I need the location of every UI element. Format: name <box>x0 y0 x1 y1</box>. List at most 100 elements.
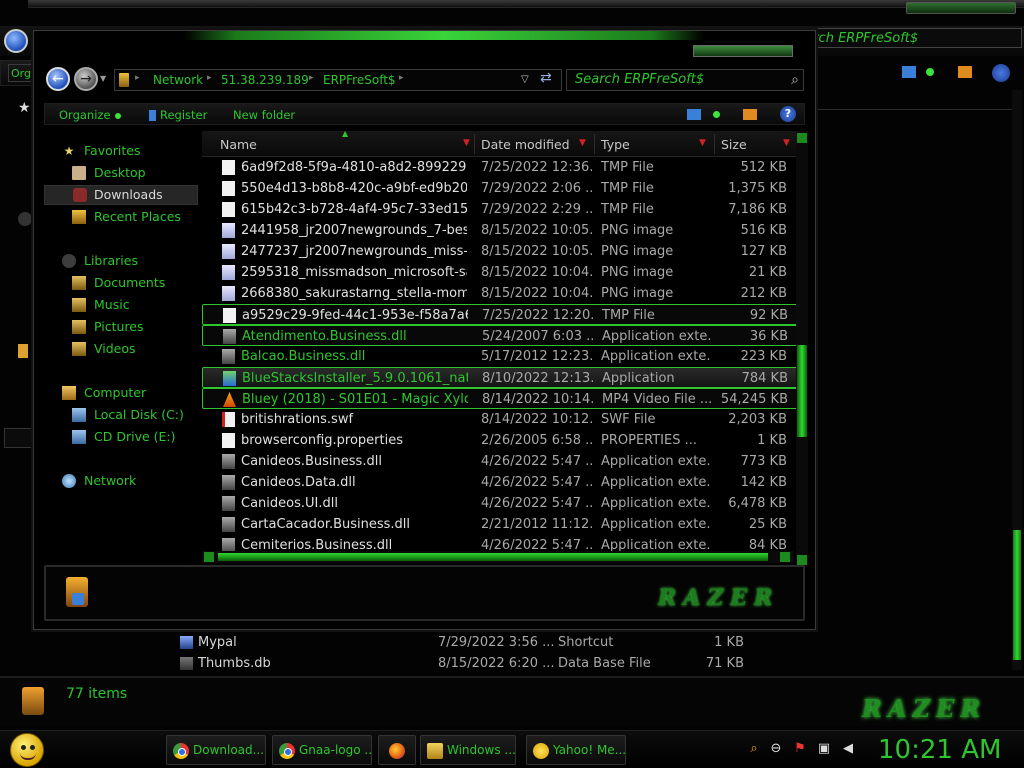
search-tray-icon[interactable]: ⌕ <box>746 741 762 757</box>
taskbar-button-gnaa-logo[interactable]: Gnaa-logo ... <box>272 735 372 765</box>
table-row-selected[interactable]: a9529c29-9fed-44c1-953e-f58a7a61... 7/25… <box>202 304 803 325</box>
table-row[interactable]: browserconfig.properties 2/26/2005 6:58 … <box>202 430 803 451</box>
background-local-disk-icon[interactable] <box>4 428 34 448</box>
scroll-right-icon[interactable] <box>780 552 790 562</box>
list-item[interactable]: Mypal 7/29/2022 3:56 ... Shortcut 1 KB <box>160 632 800 653</box>
background-back-button[interactable] <box>4 29 28 53</box>
breadcrumb-separator-icon[interactable]: ▸ <box>135 73 140 83</box>
file-name: browserconfig.properties <box>241 433 403 448</box>
table-row[interactable]: 550e4d13-b8b8-420c-a9bf-ed9b206a... 7/29… <box>202 178 803 199</box>
column-divider[interactable] <box>714 134 715 154</box>
dll-file-icon <box>222 496 235 511</box>
sidebar-item-cd-drive[interactable]: CD Drive (E:) <box>44 427 198 447</box>
table-row[interactable]: britishrations.swf 8/14/2022 10:12... SW… <box>202 409 803 430</box>
help-icon[interactable]: ? <box>780 106 796 122</box>
sidebar-item-libraries[interactable]: Libraries <box>44 251 198 271</box>
organize-button[interactable]: Organize <box>59 108 121 122</box>
view-dropdown-dot-icon[interactable] <box>713 111 720 118</box>
scroll-up-icon[interactable] <box>797 133 807 143</box>
date-filter-dropdown-icon[interactable]: ▼ <box>579 138 586 148</box>
name-filter-dropdown-icon[interactable]: ▼ <box>463 138 470 148</box>
sidebar-item-downloads[interactable]: Downloads <box>44 185 198 205</box>
table-row[interactable]: 2595318_missmadson_microsoft-sa... 8/15/… <box>202 262 803 283</box>
list-item[interactable]: Thumbs.db 8/15/2022 6:20 ... Data Base F… <box>160 653 800 674</box>
back-button[interactable]: ← <box>46 67 70 91</box>
new-folder-button[interactable]: New folder <box>233 108 295 122</box>
refresh-icon[interactable]: ⇄ <box>540 70 552 86</box>
breadcrumb-separator-icon[interactable]: ▸ <box>309 73 314 83</box>
breadcrumb-network[interactable]: Network <box>153 73 203 87</box>
recent-pages-dropdown-icon[interactable]: ▼ <box>100 74 106 83</box>
minus-circle-icon[interactable]: ⊖ <box>768 741 784 757</box>
search-input[interactable]: Search ERPFreSoft$ ⌕ <box>566 69 804 91</box>
file-type: PROPERTIES ... <box>601 433 698 448</box>
table-row[interactable]: Balcao.Business.dll 5/17/2012 12:23... A… <box>202 346 803 367</box>
column-divider[interactable] <box>474 134 475 154</box>
register-button[interactable]: Register <box>149 108 207 122</box>
size-filter-dropdown-icon[interactable]: ▼ <box>783 138 790 148</box>
sidebar-item-computer[interactable]: Computer <box>44 383 198 403</box>
action-center-flag-icon[interactable]: ⚑ <box>792 741 808 757</box>
breadcrumb-host[interactable]: 51.38.239.189 <box>221 73 309 87</box>
sidebar-item-videos[interactable]: Videos <box>44 339 198 359</box>
sidebar-item-network[interactable]: Network <box>44 471 198 491</box>
background-scroll-thumb[interactable] <box>1013 530 1021 660</box>
table-row[interactable]: Canideos.UI.dll 4/26/2022 5:47 ... Appli… <box>202 493 803 514</box>
sidebar-item-favorites[interactable]: ★ Favorites <box>44 141 198 161</box>
column-header-size[interactable]: Size <box>721 137 747 152</box>
preview-pane-icon[interactable] <box>743 109 757 120</box>
horizontal-scrollbar-thumb[interactable] <box>218 553 768 561</box>
search-icon[interactable]: ⌕ <box>791 72 799 88</box>
forward-button[interactable]: → <box>74 67 98 91</box>
window-controls[interactable] <box>693 45 793 57</box>
table-row-selected[interactable]: BlueStacksInstaller_5.9.0.1061_nativ... … <box>202 367 803 388</box>
address-dropdown-icon[interactable]: ▽ <box>521 74 529 85</box>
background-mail-icon[interactable] <box>958 66 972 78</box>
table-row[interactable]: CartaCacador.Business.dll 2/21/2012 11:1… <box>202 514 803 535</box>
scroll-down-icon[interactable] <box>797 555 807 565</box>
breadcrumb-share[interactable]: ERPFreSoft$ <box>323 73 396 87</box>
breadcrumb-separator-icon[interactable]: ▸ <box>207 73 212 83</box>
volume-icon[interactable]: ◀ <box>840 741 856 757</box>
background-vertical-scrollbar[interactable] <box>1012 90 1022 670</box>
taskbar-button-yahoo-messenger[interactable]: Yahoo! Me... <box>526 735 626 765</box>
scrollbar-thumb[interactable] <box>797 345 807 437</box>
vertical-scrollbar[interactable] <box>796 131 808 567</box>
file-date: 4/26/2022 5:47 ... <box>481 496 593 511</box>
table-row[interactable]: 2668380_sakurastarng_stella-momo... 8/15… <box>202 283 803 304</box>
taskbar-button-firefox[interactable] <box>378 735 416 765</box>
table-row[interactable]: 6ad9f2d8-5f9a-4810-a8d2-899229a42... 7/2… <box>202 157 803 178</box>
table-row-selected[interactable]: Atendimento.Business.dll 5/24/2007 6:03 … <box>202 325 803 346</box>
table-row[interactable]: 2477237_jr2007newgrounds_miss-m... 8/15/… <box>202 241 803 262</box>
sidebar-item-desktop[interactable]: Desktop <box>44 163 198 183</box>
background-help-icon[interactable] <box>992 64 1010 82</box>
sidebar-item-music[interactable]: Music <box>44 295 198 315</box>
sidebar-item-recent-places[interactable]: Recent Places <box>44 207 198 227</box>
background-search-input[interactable]: Search ERPFreSoft$ <box>782 28 1022 48</box>
column-header-date[interactable]: Date modified <box>481 137 570 152</box>
start-button[interactable] <box>10 733 44 767</box>
clock[interactable]: 10:21 AM <box>878 735 1001 765</box>
table-row[interactable]: Canideos.Business.dll 4/26/2022 5:47 ...… <box>202 451 803 472</box>
sidebar-item-documents[interactable]: Documents <box>44 273 198 293</box>
taskbar-button-downloads[interactable]: Download... <box>166 735 266 765</box>
scroll-left-icon[interactable] <box>204 552 214 562</box>
sidebar-item-local-disk[interactable]: Local Disk (C:) <box>44 405 198 425</box>
column-header-type[interactable]: Type <box>601 137 630 152</box>
network-tray-icon[interactable]: ▣ <box>816 741 832 757</box>
background-preview-icon[interactable] <box>902 66 916 78</box>
background-window-controls[interactable] <box>906 2 1016 14</box>
address-bar[interactable]: ▸ Network ▸ 51.38.239.189 ▸ ERPFreSoft$ … <box>114 69 562 91</box>
table-row-selected[interactable]: Bluey (2018) - S01E01 - Magic Xylop... 8… <box>202 388 803 409</box>
column-header-name[interactable]: Name <box>220 137 257 152</box>
type-filter-dropdown-icon[interactable]: ▼ <box>699 138 706 148</box>
taskbar-button-windows-explorer[interactable]: Windows ... <box>420 735 516 765</box>
sidebar-item-pictures[interactable]: Pictures <box>44 317 198 337</box>
table-row[interactable]: Canideos.Data.dll 4/26/2022 5:47 ... App… <box>202 472 803 493</box>
horizontal-scrollbar[interactable] <box>202 551 794 563</box>
table-row[interactable]: 615b42c3-b728-4af4-95c7-33ed1561... 7/29… <box>202 199 803 220</box>
change-view-icon[interactable] <box>687 109 701 120</box>
breadcrumb-separator-icon[interactable]: ▸ <box>399 73 404 83</box>
table-row[interactable]: 2441958_jr2007newgrounds_7-bestie... 8/1… <box>202 220 803 241</box>
column-divider[interactable] <box>594 134 595 154</box>
